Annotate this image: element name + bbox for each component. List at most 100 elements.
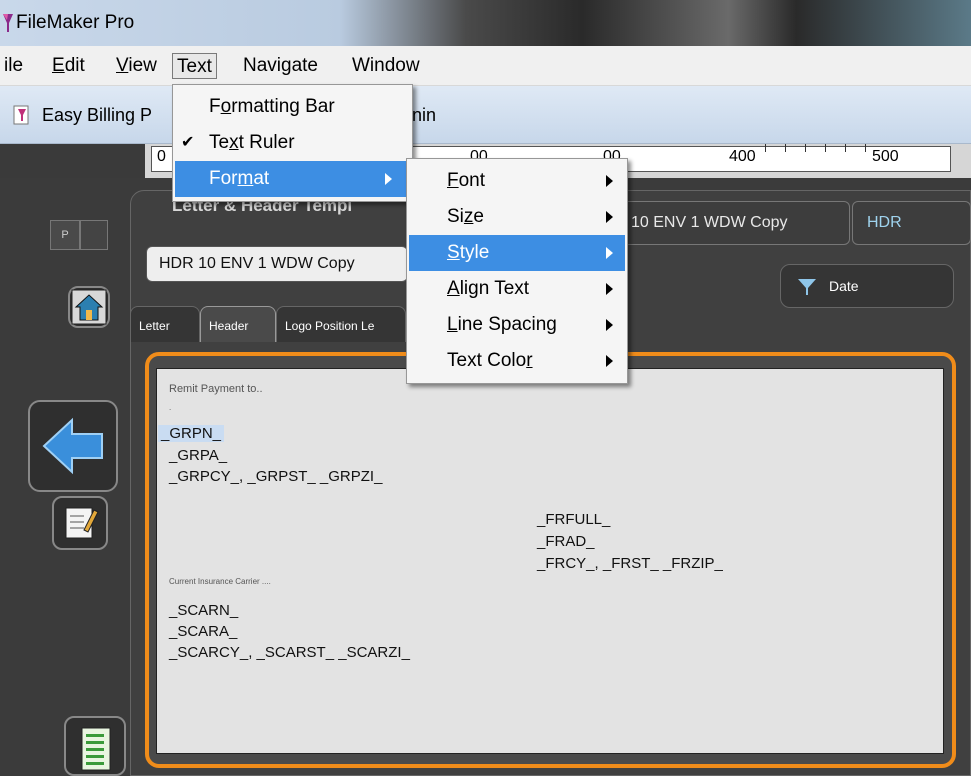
ruler-label: 500 bbox=[872, 148, 899, 165]
menu-file-label: ile bbox=[4, 55, 24, 76]
tab-header[interactable]: Header bbox=[200, 306, 276, 342]
ruler-tick bbox=[825, 144, 826, 152]
formatting-bar-pre: F bbox=[209, 96, 221, 117]
back-arrow-icon bbox=[42, 417, 103, 475]
submenu-arrow-icon bbox=[606, 355, 613, 367]
menu-window-label: Window bbox=[352, 55, 420, 76]
tab-logo-position-label: Logo Position Le bbox=[285, 319, 375, 333]
date-button[interactable]: Date bbox=[780, 264, 954, 308]
menu-text[interactable]: Text bbox=[172, 53, 217, 79]
size-label: Size bbox=[447, 199, 484, 235]
edit-button[interactable] bbox=[52, 496, 108, 550]
format-mnemonic: m bbox=[237, 168, 254, 189]
submenu-arrow-icon bbox=[606, 175, 613, 187]
style-label: Style bbox=[447, 235, 489, 271]
text-color-mnemonic: r bbox=[526, 350, 533, 371]
field-grp-city: _GRPCY_, _GRPST_ _GRPZI_ bbox=[169, 468, 383, 485]
menu-item-line-spacing[interactable]: Line Spacing bbox=[409, 307, 625, 343]
menu-file[interactable]: ile bbox=[0, 53, 27, 79]
field-scarn: _SCARN_ bbox=[169, 602, 239, 619]
format-label: Format bbox=[209, 161, 269, 197]
font-post: ont bbox=[458, 170, 486, 191]
font-mnemonic: F bbox=[447, 170, 459, 191]
tab-letter-label: Letter bbox=[139, 319, 170, 333]
text-color-pre: Text Colo bbox=[447, 350, 527, 371]
ruler-tick bbox=[785, 144, 786, 152]
formatting-bar-label: Formatting Bar bbox=[209, 89, 335, 125]
menu-item-text-ruler[interactable]: ✔ Text Ruler bbox=[175, 125, 410, 161]
file-tab-suffix: nin bbox=[412, 105, 437, 125]
report-button[interactable] bbox=[64, 716, 126, 776]
font-label: Font bbox=[447, 163, 485, 199]
menu-view-label: iew bbox=[128, 55, 157, 76]
field-grpn: _GRPN_ bbox=[158, 425, 225, 442]
p-toggle-box[interactable] bbox=[80, 220, 108, 250]
menu-item-style[interactable]: Style bbox=[409, 235, 625, 271]
submenu-arrow-icon bbox=[606, 211, 613, 223]
tab-header-label: Header bbox=[209, 319, 249, 333]
ruler-tick bbox=[805, 144, 806, 152]
text-ruler-pre: Te bbox=[209, 132, 230, 153]
align-post: lign Text bbox=[459, 278, 530, 299]
menu-text-label: Text bbox=[177, 56, 212, 77]
checkmark-icon: ✔ bbox=[181, 134, 195, 151]
menu-view[interactable]: View bbox=[112, 53, 161, 79]
filemaker-doc-icon bbox=[13, 105, 29, 125]
field-frad: _FRAD_ bbox=[537, 533, 595, 550]
carrier-label: Current Insurance Carrier .... bbox=[169, 577, 271, 586]
home-button[interactable] bbox=[68, 286, 110, 328]
template-select[interactable]: HDR 10 ENV 1 WDW Copy bbox=[146, 246, 408, 282]
field-scara: _SCARA_ bbox=[169, 623, 238, 640]
submenu-arrow-icon bbox=[606, 247, 613, 259]
title-bar: FileMaker Pro bbox=[0, 0, 971, 46]
menu-edit[interactable]: Edit bbox=[48, 53, 89, 79]
text-menu: Formatting Bar ✔ Text Ruler Format bbox=[172, 84, 413, 202]
style-post: tyle bbox=[459, 242, 490, 263]
window-title: FileMaker Pro bbox=[16, 12, 135, 33]
line-spacing-label: Line Spacing bbox=[447, 307, 557, 343]
field-grpa: _GRPA_ bbox=[169, 447, 228, 464]
filter-funnel-icon bbox=[798, 279, 816, 295]
menu-bar: ile Edit View Text Navigate Window bbox=[0, 46, 971, 86]
edit-note-icon bbox=[65, 507, 99, 539]
home-icon bbox=[71, 289, 107, 325]
menu-item-font[interactable]: Font bbox=[409, 163, 625, 199]
menu-window[interactable]: Window bbox=[348, 53, 424, 79]
back-button[interactable] bbox=[28, 400, 118, 492]
line-spacing-post: ine Spacing bbox=[457, 314, 557, 335]
tab-letter[interactable]: Letter bbox=[130, 306, 200, 342]
field-scar-city: _SCARCY_, _SCARST_ _SCARZI_ bbox=[169, 644, 410, 661]
header-text-area[interactable]: Remit Payment to.. . _GRPN_ _GRPA_ _GRPC… bbox=[156, 368, 944, 754]
text-color-label: Text Color bbox=[447, 343, 533, 379]
menu-item-align-text[interactable]: Align Text bbox=[409, 271, 625, 307]
align-mnemonic: A bbox=[447, 278, 460, 299]
p-button[interactable]: P bbox=[50, 220, 80, 250]
format-post: at bbox=[253, 168, 270, 189]
field-frfull: _FRFULL_ bbox=[537, 511, 611, 528]
menu-item-size[interactable]: Size bbox=[409, 199, 625, 235]
tab-logo-position[interactable]: Logo Position Le bbox=[276, 306, 406, 342]
style-mnemonic: S bbox=[447, 242, 460, 263]
menu-navigate[interactable]: Navigate bbox=[239, 53, 322, 79]
menu-navigate-label: Navigate bbox=[243, 55, 318, 76]
text-ruler-label: Text Ruler bbox=[209, 125, 295, 161]
report-icon bbox=[81, 727, 111, 771]
template-copy-field[interactable]: 10 ENV 1 WDW Copy bbox=[618, 201, 850, 245]
menu-item-text-color[interactable]: Text Color bbox=[409, 343, 625, 379]
menu-edit-label: dit bbox=[64, 55, 85, 76]
menu-item-format[interactable]: Format bbox=[175, 161, 410, 197]
size-mnemonic: z bbox=[463, 206, 474, 227]
format-submenu: Font Size Style Align Text Line Spacing … bbox=[406, 158, 628, 384]
line-spacing-mnemonic: L bbox=[447, 314, 458, 335]
ruler-label: 0 bbox=[157, 148, 166, 165]
menu-item-formatting-bar[interactable]: Formatting Bar bbox=[175, 89, 410, 125]
menu-edit-mnemonic: E bbox=[52, 55, 65, 76]
file-tab-name[interactable]: Easy Billing P bbox=[42, 105, 152, 126]
text-ruler-mnemonic: x bbox=[229, 132, 239, 153]
submenu-arrow-icon bbox=[606, 283, 613, 295]
separator-dot: . bbox=[169, 403, 172, 412]
date-button-label: Date bbox=[829, 278, 859, 294]
ruler-tick bbox=[865, 144, 866, 152]
formatting-bar-mnemonic: o bbox=[220, 96, 232, 117]
hdr-field[interactable]: HDR bbox=[852, 201, 971, 245]
